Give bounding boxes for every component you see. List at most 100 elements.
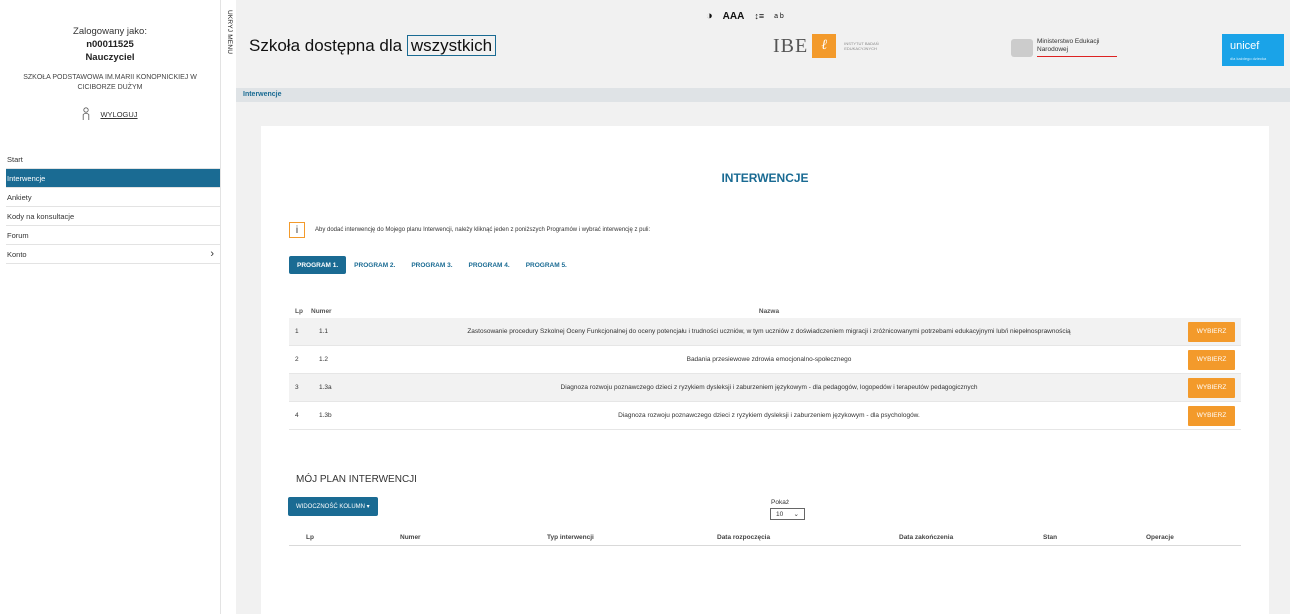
plan-title: MÓJ PLAN INTERWENCJI bbox=[296, 474, 417, 485]
program-table: Lp Numer Nazwa 1 1.1 Zastosowanie proced… bbox=[289, 304, 1241, 430]
login-label: Zalogowany jako: bbox=[73, 26, 147, 37]
user-role: Nauczyciel bbox=[85, 52, 135, 63]
cell-nazwa: Badania przesiewowe zdrowia emocjonalno-… bbox=[686, 356, 852, 363]
page-size-value: 10 bbox=[776, 510, 784, 518]
table-row: 4 1.3b Diagnoza rozwoju poznawczego dzie… bbox=[289, 402, 1241, 430]
page-title: INTERWENCJE bbox=[721, 171, 809, 185]
column-visibility-button[interactable]: WIDOCZNOŚĆ KOLUMN ▾ bbox=[288, 497, 378, 516]
cell-numer: 1.2 bbox=[319, 356, 329, 363]
wybierz-button[interactable]: WYBIERZ bbox=[1188, 377, 1235, 398]
ibe-subtitle: INSTYTUT BADAŃ EDUKACYJNYCH bbox=[844, 41, 879, 51]
chevron-down-icon: ⌄ bbox=[793, 511, 799, 518]
cell-lp: 1 bbox=[295, 328, 299, 335]
cell-nazwa: Diagnoza rozwoju poznawczego dzieci z ry… bbox=[560, 384, 978, 391]
unicef-logo-text: unicef bbox=[1230, 40, 1260, 52]
plan-header-typ: Typ interwencji bbox=[547, 533, 594, 541]
cell-numer: 1.3b bbox=[319, 412, 332, 419]
cell-lp: 3 bbox=[295, 384, 299, 391]
cell-nazwa: Zastosowanie procedury Szkolnej Oceny Fu… bbox=[467, 328, 1071, 335]
site-title-boxed: wszystkich bbox=[406, 35, 497, 56]
info-icon: i bbox=[289, 222, 305, 238]
cell-numer: 1.1 bbox=[319, 328, 329, 335]
logout-row: WYLOGUJ bbox=[0, 107, 220, 121]
info-row: i Aby dodać interwencję do Mojego planu … bbox=[289, 222, 650, 238]
sidebar: Zalogowany jako: n00011525 Nauczyciel SZ… bbox=[0, 0, 221, 614]
header: Szkoła dostępna dla wszystkich IBE ℓ INS… bbox=[236, 26, 1290, 70]
cell-lp: 4 bbox=[295, 412, 299, 419]
plan-header-data-rozpoczecia: Data rozpoczęcia bbox=[717, 533, 771, 541]
program-tabs: PROGRAM 1. PROGRAM 2. PROGRAM 3. PROGRAM… bbox=[289, 256, 575, 274]
sidebar-item-forum[interactable]: Forum bbox=[6, 226, 220, 245]
tab-program-3[interactable]: PROGRAM 3. bbox=[403, 256, 460, 274]
cell-operacje: WYBIERZ bbox=[1171, 405, 1241, 426]
tab-program-4[interactable]: PROGRAM 4. bbox=[461, 256, 518, 274]
person-icon bbox=[83, 107, 90, 120]
school-name: SZKOŁA PODSTAWOWA IM.MARII KONOPNICKIEJ … bbox=[23, 74, 197, 91]
ibe-logo-text: IBE bbox=[773, 34, 809, 57]
eagle-emblem-icon bbox=[1011, 38, 1033, 57]
content-card: INTERWENCJE i Aby dodać interwencję do M… bbox=[261, 126, 1269, 614]
plan-header-numer: Numer bbox=[400, 533, 421, 541]
cell-nazwa: Diagnoza rozwoju poznawczego dzieci z ry… bbox=[618, 412, 920, 419]
cell-operacje: WYBIERZ bbox=[1171, 349, 1241, 370]
site-title[interactable]: Szkoła dostępna dla wszystkich bbox=[249, 35, 497, 56]
ibe-mark-icon: ℓ bbox=[812, 34, 837, 58]
wybierz-button[interactable]: WYBIERZ bbox=[1188, 321, 1235, 342]
tab-program-1[interactable]: PROGRAM 1. bbox=[289, 256, 347, 274]
plan-header-stan: Stan bbox=[1043, 533, 1058, 541]
plan-header-lp: Lp bbox=[306, 533, 314, 541]
table-row: 1 1.1 Zastosowanie procedury Szkolnej Oc… bbox=[289, 318, 1241, 346]
info-text: Aby dodać interwencję do Mojego planu In… bbox=[315, 227, 651, 233]
plan-header-operacje: Operacje bbox=[1146, 533, 1174, 541]
men-logo[interactable]: Ministerstwo Edukacji Narodowej bbox=[1011, 38, 1117, 57]
sidebar-item-label: Start bbox=[7, 154, 23, 164]
accessibility-toolbar: ◑ AAA ↕≡ a b bbox=[706, 10, 784, 22]
sidebar-item-konto[interactable]: Konto › bbox=[6, 245, 220, 264]
table-header: Lp Numer Nazwa bbox=[289, 304, 1241, 318]
page-size-select[interactable]: 10 ⌄ bbox=[770, 508, 805, 520]
letter-spacing-icon[interactable]: a b bbox=[774, 13, 784, 20]
tab-program-5[interactable]: PROGRAM 5. bbox=[518, 256, 575, 274]
line-height-icon[interactable]: ↕≡ bbox=[754, 11, 764, 21]
sidebar-item-label: Kody na konsultacje bbox=[7, 211, 75, 221]
contrast-icon[interactable]: ◑ bbox=[706, 10, 713, 22]
cell-numer: 1.3a bbox=[319, 384, 332, 391]
table-row: 3 1.3a Diagnoza rozwoju poznawczego dzie… bbox=[289, 374, 1241, 402]
header-lp: Lp bbox=[295, 307, 303, 315]
cell-operacje: WYBIERZ bbox=[1171, 321, 1241, 342]
breadcrumb-bar: Interwencje bbox=[236, 88, 1290, 102]
wybierz-button[interactable]: WYBIERZ bbox=[1188, 349, 1235, 370]
cell-operacje: WYBIERZ bbox=[1171, 377, 1241, 398]
sidebar-item-label: Konto bbox=[7, 249, 27, 259]
plan-table-header: Lp Numer Typ interwencji Data rozpoczęci… bbox=[289, 529, 1241, 546]
sidebar-menu: Start Interwencje Ankiety Kody na konsul… bbox=[6, 150, 220, 264]
unicef-logo[interactable]: unicef dla każdego dziecka bbox=[1222, 34, 1284, 66]
logout-link[interactable]: WYLOGUJ bbox=[100, 110, 137, 119]
chevron-right-icon: › bbox=[210, 248, 214, 260]
men-logo-text: Ministerstwo Edukacji Narodowej bbox=[1037, 38, 1117, 57]
header-numer: Numer bbox=[311, 307, 332, 315]
hide-menu-toggle[interactable]: UKRYJ MENU bbox=[222, 8, 234, 68]
sidebar-item-start[interactable]: Start bbox=[6, 150, 220, 169]
sidebar-item-label: Forum bbox=[7, 230, 29, 240]
main-area: ◑ AAA ↕≡ a b Szkoła dostępna dla wszystk… bbox=[236, 0, 1290, 614]
user-id: n00011525 bbox=[86, 39, 134, 50]
ibe-logo[interactable]: IBE ℓ INSTYTUT BADAŃ EDUKACYJNYCH bbox=[773, 34, 886, 58]
tab-program-2[interactable]: PROGRAM 2. bbox=[346, 256, 403, 274]
sidebar-item-label: Interwencje bbox=[7, 173, 46, 183]
unicef-logo-subtitle: dla każdego dziecka bbox=[1230, 56, 1267, 61]
site-title-prefix: Szkoła dostępna dla bbox=[249, 36, 403, 55]
font-size-button[interactable]: AAA bbox=[723, 11, 745, 22]
breadcrumb[interactable]: Interwencje bbox=[243, 91, 282, 98]
login-block: Zalogowany jako: n00011525 Nauczyciel bbox=[0, 0, 220, 63]
wybierz-button[interactable]: WYBIERZ bbox=[1188, 405, 1235, 426]
cell-lp: 2 bbox=[295, 356, 299, 363]
sidebar-item-kody[interactable]: Kody na konsultacje bbox=[6, 207, 220, 226]
table-row: 2 1.2 Badania przesiewowe zdrowia emocjo… bbox=[289, 346, 1241, 374]
header-nazwa: Nazwa bbox=[758, 307, 780, 315]
sidebar-item-interwencje[interactable]: Interwencje bbox=[6, 169, 220, 188]
sidebar-item-ankiety[interactable]: Ankiety bbox=[6, 188, 220, 207]
plan-header-data-zakonczenia: Data zakończenia bbox=[899, 533, 954, 541]
hide-menu-label: UKRYJ MENU bbox=[226, 10, 233, 55]
page-size-label: Pokaż bbox=[771, 499, 790, 506]
